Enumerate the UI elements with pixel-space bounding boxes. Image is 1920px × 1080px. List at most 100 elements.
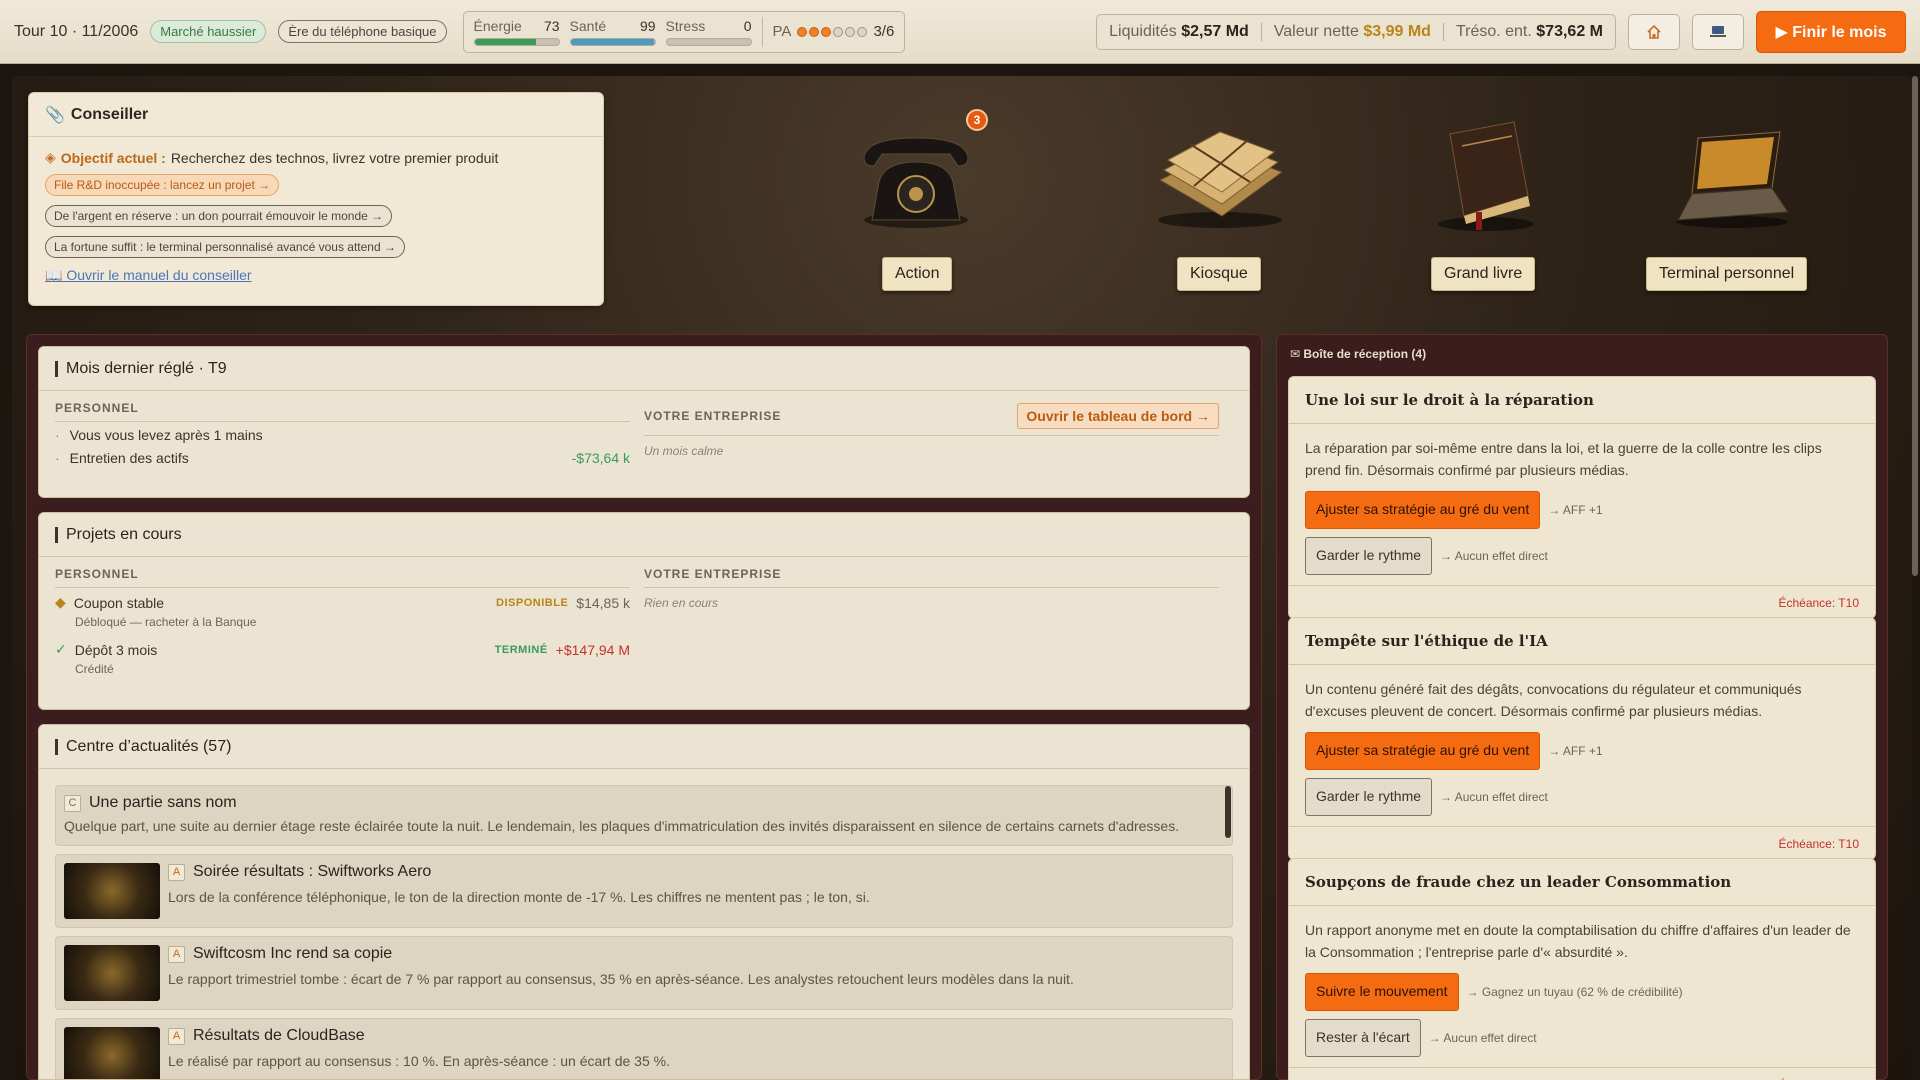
book-icon xyxy=(1438,121,1534,231)
news-item[interactable]: A Soirée résultats : Swiftworks Aero Lors… xyxy=(55,854,1233,928)
project-item[interactable]: ✓ Dépôt 3 mois TERMINÉ +$147,94 M Crédit… xyxy=(55,629,644,676)
list-item: Entretien des actifs -$73,64 k xyxy=(55,445,644,468)
home-button[interactable] xyxy=(1628,13,1680,50)
networth-value: $3,99 Md xyxy=(1363,22,1431,40)
news-headline: Résultats de CloudBase xyxy=(193,1027,365,1044)
news-headline: Une partie sans nom xyxy=(89,794,237,811)
projects-company: VOTRE ENTREPRISE Rien en cours xyxy=(644,557,1233,676)
action-points: PA 3/6 xyxy=(773,23,895,40)
news-thumbnail xyxy=(64,863,160,919)
tier-badge: C xyxy=(64,794,81,812)
project-item[interactable]: ◆ Coupon stable DISPONIBLE $14,85 k Débl… xyxy=(55,588,644,629)
health-label: Santé xyxy=(569,17,607,34)
turn-indicator: Tour 10 · 11/2006 xyxy=(14,22,139,40)
primary-choice-button[interactable]: Suivre le mouvement xyxy=(1305,973,1459,1012)
inbox-message: Soupçons de fraude chez un leader Consom… xyxy=(1288,858,1876,1080)
item-label: Entretien des actifs xyxy=(55,450,189,466)
current-objective: ◈ Objectif actuel : Recherchez des techn… xyxy=(45,149,587,166)
terminal-label[interactable]: Terminal personnel xyxy=(1646,257,1808,291)
tier-badge: A xyxy=(168,1027,185,1045)
hint-terminal[interactable]: La fortune suffit : le terminal personna… xyxy=(45,236,405,258)
news-scrollbar[interactable] xyxy=(1225,786,1231,838)
secondary-choice-button[interactable]: Rester à l'écart xyxy=(1305,1019,1421,1057)
pa-dots xyxy=(797,26,868,37)
item-label: Vous vous levez après 1 mains xyxy=(55,427,263,443)
primary-effect: → Gagnez un tuyau (62 % de crédibilité) xyxy=(1466,984,1683,999)
message-title: Soupçons de fraude chez un leader Consom… xyxy=(1289,859,1875,906)
era-badge: Ère du téléphone basique xyxy=(278,20,447,43)
primary-effect: → AFF +1 xyxy=(1548,743,1603,758)
news-text: Le rapport trimestriel tombe : écart de … xyxy=(168,971,1074,987)
project-amount: +$147,94 M xyxy=(555,641,630,658)
hint-rd-idle[interactable]: File R&D inoccupée : lancez un projet → xyxy=(45,174,280,196)
message-body: Un contenu généré fait des dégâts, convo… xyxy=(1305,681,1802,719)
secondary-effect: → Aucun effet direct xyxy=(1428,1030,1537,1045)
energy-value: 73 xyxy=(543,17,560,34)
ledger-label[interactable]: Grand livre xyxy=(1431,257,1536,291)
message-deadline: Échéance: T10 xyxy=(1289,1066,1875,1080)
secondary-effect: → Aucun effet direct xyxy=(1440,548,1548,563)
news-text: Le réalisé par rapport au consensus : 10… xyxy=(168,1053,670,1069)
ledger-object[interactable] xyxy=(1428,116,1544,234)
secondary-choice-button[interactable]: Garder le rythme xyxy=(1305,537,1433,575)
item-amount: -$73,64 k xyxy=(571,450,630,466)
top-bar: Tour 10 · 11/2006 Marché haussier Ère du… xyxy=(0,0,1920,64)
last-month-title: Mois dernier réglé · T9 xyxy=(39,347,1249,391)
treasury-label: Tréso. ent. xyxy=(1455,22,1532,40)
advisor-panel: 📎 Conseiller ◈ Objectif actuel : Recherc… xyxy=(28,92,604,306)
advisor-header: 📎 Conseiller xyxy=(29,93,603,137)
pa-count: 3/6 xyxy=(873,23,895,40)
action-notification-badge: 3 xyxy=(966,109,988,131)
laptop-button[interactable] xyxy=(1692,13,1744,50)
tier-badge: A xyxy=(168,863,185,881)
advisor-title: Conseiller xyxy=(70,105,149,123)
kiosk-label[interactable]: Kiosque xyxy=(1177,257,1261,291)
inbox-title: ✉ Boîte de réception (4) xyxy=(1290,347,1427,361)
primary-choice-button[interactable]: Ajuster sa stratégie au gré du vent xyxy=(1305,491,1541,530)
objective-text: Recherchez des technos, livrez votre pre… xyxy=(170,149,499,166)
page-scrollbar[interactable] xyxy=(1912,76,1918,576)
news-item[interactable]: A Swiftcosm Inc rend sa copie Le rapport … xyxy=(55,936,1233,1010)
project-amount: $14,85 k xyxy=(576,594,630,611)
health-bar xyxy=(570,38,654,45)
primary-effect: → AFF +1 xyxy=(1548,502,1603,517)
liquidity-value: $2,57 Md xyxy=(1181,22,1249,40)
energy-bar xyxy=(474,38,536,45)
news-item[interactable]: C Une partie sans nom Quelque part, une s… xyxy=(55,785,1233,846)
news-thumbnail xyxy=(64,1027,160,1079)
news-panel: Centre d’actualités (57) C Une partie san… xyxy=(38,724,1250,1080)
news-headline: Soirée résultats : Swiftworks Aero xyxy=(193,863,432,880)
news-text: Quelque part, une suite au dernier étage… xyxy=(64,818,1180,834)
secondary-choice-button[interactable]: Garder le rythme xyxy=(1305,778,1433,816)
newspaper-object[interactable] xyxy=(1150,120,1290,230)
laptop-object[interactable] xyxy=(1668,128,1796,230)
hint-donation[interactable]: De l'argent en réserve : un don pourrait… xyxy=(45,205,393,227)
inbox-message: Tempête sur l'éthique de l'IA Un contenu… xyxy=(1288,617,1876,860)
company-title: VOTRE ENTREPRISE xyxy=(644,409,782,423)
player-stats: Énergie 73 Santé 99 Stress 0 PA 3/6 xyxy=(462,10,906,53)
health-stat: Santé 99 xyxy=(569,17,656,46)
company-note: Un mois calme xyxy=(644,444,724,458)
finance-summary: Liquidités $2,57 Md Valeur nette $3,99 M… xyxy=(1096,13,1616,50)
end-month-button[interactable]: ▶ Finir le mois xyxy=(1756,10,1906,53)
treasury-value: $73,62 M xyxy=(1536,22,1603,40)
liquidity-label: Liquidités xyxy=(1109,22,1177,40)
action-label[interactable]: Action xyxy=(882,257,953,291)
message-title: Une loi sur le droit à la réparation xyxy=(1289,377,1875,424)
laptop-icon xyxy=(1710,25,1726,37)
primary-choice-button[interactable]: Ajuster sa stratégie au gré du vent xyxy=(1305,732,1541,771)
last-month-company: VOTRE ENTREPRISE Ouvrir le tableau de bo… xyxy=(644,391,1233,468)
secondary-effect: → Aucun effet direct xyxy=(1440,789,1548,804)
news-text: Lors de la conférence téléphonique, le t… xyxy=(168,889,870,905)
pa-dot xyxy=(845,26,856,37)
stress-stat: Stress 0 xyxy=(665,17,752,46)
inbox-message: Une loi sur le droit à la réparation La … xyxy=(1288,376,1876,619)
news-item[interactable]: A Résultats de CloudBase Le réalisé par r… xyxy=(55,1018,1233,1079)
personal-heading: PERSONNEL xyxy=(55,391,630,422)
projects-panel: Projets en cours PERSONNEL ◆ Coupon stab… xyxy=(38,512,1250,710)
telephone-object[interactable] xyxy=(850,128,982,230)
open-dashboard-button[interactable]: Ouvrir le tableau de bord → xyxy=(1017,403,1219,429)
advisor-manual-link[interactable]: 📖 Ouvrir le manuel du conseiller xyxy=(45,267,587,284)
diamond-icon: ◆ xyxy=(55,594,66,610)
stress-value: 0 xyxy=(743,17,752,34)
